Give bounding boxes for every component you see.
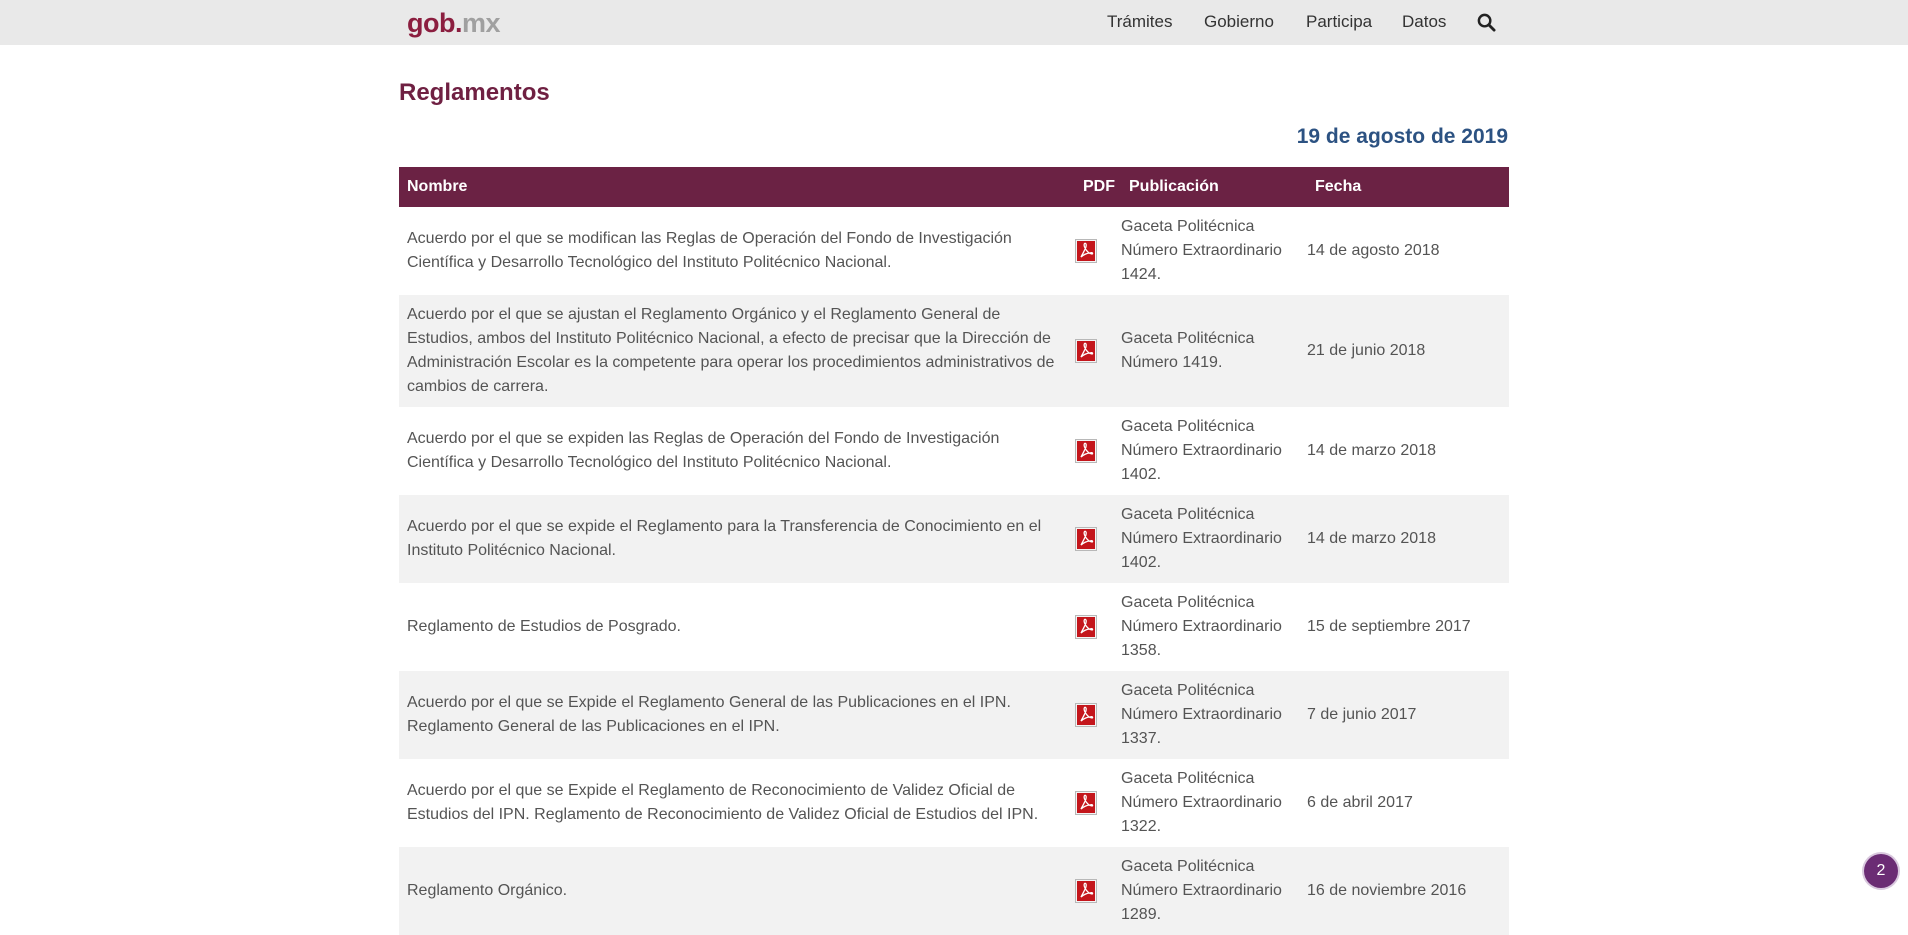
regulations-table: Nombre PDF Publicación Fecha Acuerdo por…: [399, 167, 1509, 935]
header-publication: Publicación: [1129, 178, 1219, 195]
pdf-icon[interactable]: [1075, 527, 1097, 551]
row-publication: Gaceta Politécnica Número Extraordinario…: [1121, 218, 1282, 283]
header-pdf: PDF: [1083, 178, 1115, 195]
pdf-cell: [1075, 615, 1121, 639]
help-chat-button[interactable]: 2: [1864, 854, 1898, 888]
gob-mx-logo[interactable]: gob.mx: [407, 8, 501, 39]
logo-dot-text: .: [454, 8, 463, 38]
row-name: Acuerdo por el que se expiden las Reglas…: [407, 430, 1000, 471]
logo-mx-text: mx: [462, 8, 501, 38]
table-row: Acuerdo por el que se ajustan el Reglame…: [399, 295, 1509, 407]
row-publication: Gaceta Politécnica Número Extraordinario…: [1121, 682, 1282, 747]
row-publication: Gaceta Politécnica Número Extraordinario…: [1121, 594, 1282, 659]
row-publication: Gaceta Politécnica Número Extraordinario…: [1121, 418, 1282, 483]
row-date: 15 de septiembre 2017: [1307, 618, 1471, 635]
table-row: Acuerdo por el que se Expide el Reglamen…: [399, 671, 1509, 759]
pdf-icon[interactable]: [1075, 339, 1097, 363]
pdf-icon[interactable]: [1075, 791, 1097, 815]
pdf-cell: [1075, 703, 1121, 727]
date-heading: 19 de agosto de 2019: [1296, 125, 1508, 148]
header-name: Nombre: [407, 178, 468, 195]
table-row: Reglamento de Estudios de Posgrado. Gace…: [399, 583, 1509, 671]
row-name: Acuerdo por el que se modifican las Regl…: [407, 230, 1012, 271]
nav-tramites-link[interactable]: Trámites: [1107, 12, 1173, 32]
top-navbar: gob.mx Trámites Gobierno Participa Datos: [0, 0, 1908, 45]
row-date: 14 de marzo 2018: [1307, 530, 1436, 547]
nav-datos-link[interactable]: Datos: [1402, 12, 1446, 32]
row-date: 14 de marzo 2018: [1307, 442, 1436, 459]
table-row: Acuerdo por el que se expiden las Reglas…: [399, 407, 1509, 495]
pdf-cell: [1075, 879, 1121, 903]
row-name: Reglamento de Estudios de Posgrado.: [407, 618, 681, 635]
help-count: 2: [1876, 862, 1886, 879]
row-date: 14 de agosto 2018: [1307, 242, 1440, 259]
row-name: Reglamento Orgánico.: [407, 882, 568, 899]
search-icon[interactable]: [1477, 13, 1496, 32]
row-date: 7 de junio 2017: [1307, 706, 1417, 723]
row-name: Acuerdo por el que se Expide el Reglamen…: [407, 782, 1039, 823]
row-name: Acuerdo por el que se expide el Reglamen…: [407, 518, 1042, 559]
pdf-cell: [1075, 527, 1121, 551]
pdf-icon[interactable]: [1075, 615, 1097, 639]
nav-participa-link[interactable]: Participa: [1306, 12, 1372, 32]
pdf-cell: [1075, 439, 1121, 463]
row-publication: Gaceta Politécnica Número Extraordinario…: [1121, 858, 1282, 923]
row-publication: Gaceta Politécnica Número 1419.: [1121, 330, 1255, 371]
table-row: Acuerdo por el que se Expide el Reglamen…: [399, 759, 1509, 847]
pdf-cell: [1075, 239, 1121, 263]
row-date: 21 de junio 2018: [1307, 342, 1426, 359]
header-date: Fecha: [1315, 178, 1362, 195]
nav-gobierno-link[interactable]: Gobierno: [1204, 12, 1274, 32]
pdf-cell: [1075, 339, 1121, 363]
pdf-cell: [1075, 791, 1121, 815]
pdf-icon[interactable]: [1075, 703, 1097, 727]
pdf-icon[interactable]: [1075, 439, 1097, 463]
row-date: 16 de noviembre 2016: [1307, 882, 1467, 899]
row-publication: Gaceta Politécnica Número Extraordinario…: [1121, 506, 1282, 571]
table-row: Reglamento Orgánico. Gaceta Politécnica …: [399, 847, 1509, 935]
row-publication: Gaceta Politécnica Número Extraordinario…: [1121, 770, 1282, 835]
row-name: Acuerdo por el que se ajustan el Reglame…: [407, 306, 1055, 395]
page-title: Reglamentos: [399, 79, 550, 106]
table-row: Acuerdo por el que se expide el Reglamen…: [399, 495, 1509, 583]
pdf-icon[interactable]: [1075, 239, 1097, 263]
row-date: 6 de abril 2017: [1307, 794, 1413, 811]
row-name: Acuerdo por el que se Expide el Reglamen…: [407, 694, 1011, 735]
table-row: Acuerdo por el que se modifican las Regl…: [399, 207, 1509, 295]
pdf-icon[interactable]: [1075, 879, 1097, 903]
table-header: Nombre PDF Publicación Fecha: [399, 167, 1509, 207]
logo-gob-text: gob: [407, 8, 455, 38]
